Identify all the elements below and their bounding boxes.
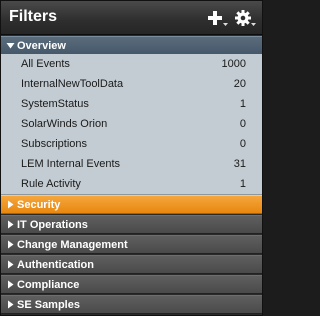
chevron-right-icon	[8, 300, 14, 309]
filters-title-bar: Filters	[1, 1, 262, 35]
group-header-overview[interactable]: Overview	[1, 36, 262, 55]
group-header-authentication[interactable]: Authentication	[1, 255, 262, 274]
chevron-right-icon	[8, 260, 14, 269]
group-header-change-management[interactable]: Change Management	[1, 235, 262, 254]
filter-item-solarwinds-orion[interactable]: SolarWinds Orion 0	[1, 114, 262, 134]
plus-with-dropdown-icon	[208, 11, 228, 26]
filter-item-rule-activity[interactable]: Rule Activity 1	[1, 174, 262, 194]
group-header-se-samples[interactable]: SE Samples	[1, 295, 262, 314]
filter-count: 1000	[221, 58, 246, 70]
filter-name: SystemStatus	[21, 98, 89, 110]
group-label-change-management: Change Management	[17, 239, 128, 251]
group-label-se-samples: SE Samples	[17, 299, 80, 311]
chevron-right-icon	[8, 240, 14, 249]
filter-name: All Events	[21, 58, 70, 70]
group-label-overview: Overview	[17, 40, 66, 52]
gear-with-dropdown-icon	[235, 10, 256, 26]
group-label-it-operations: IT Operations	[17, 219, 88, 231]
group-label-compliance: Compliance	[17, 279, 80, 291]
filter-count: 31	[233, 158, 246, 170]
filter-name: InternalNewToolData	[21, 78, 124, 90]
filter-count: 20	[233, 78, 246, 90]
filter-item-systemstatus[interactable]: SystemStatus 1	[1, 94, 262, 114]
add-filter-button[interactable]	[206, 8, 230, 28]
group-label-security: Security	[17, 199, 61, 211]
filters-panel: Filters Overview All Events 1000 Interna…	[0, 0, 263, 316]
group-header-compliance[interactable]: Compliance	[1, 275, 262, 294]
chevron-down-icon	[6, 43, 15, 49]
chevron-right-icon	[8, 200, 14, 209]
filter-name: SolarWinds Orion	[21, 118, 108, 130]
group-header-it-operations[interactable]: IT Operations	[1, 215, 262, 234]
panel-title: Filters	[9, 8, 58, 25]
filter-count: 1	[239, 178, 246, 190]
settings-button[interactable]	[234, 8, 258, 28]
chevron-right-icon	[8, 280, 14, 289]
filter-name: Subscriptions	[21, 138, 88, 150]
filter-name: LEM Internal Events	[21, 158, 121, 170]
filter-item-lem-internal-events[interactable]: LEM Internal Events 31	[1, 154, 262, 174]
overview-filter-list: All Events 1000 InternalNewToolData 20 S…	[1, 54, 262, 195]
filter-item-internalnewtooldata[interactable]: InternalNewToolData 20	[1, 74, 262, 94]
filter-item-all-events[interactable]: All Events 1000	[1, 54, 262, 74]
filter-count: 1	[239, 98, 246, 110]
filter-count: 0	[239, 118, 246, 130]
filter-name: Rule Activity	[21, 178, 81, 190]
group-header-security[interactable]: Security	[1, 195, 262, 214]
filter-count: 0	[239, 138, 246, 150]
group-label-authentication: Authentication	[17, 259, 94, 271]
chevron-right-icon	[8, 220, 14, 229]
filter-item-subscriptions[interactable]: Subscriptions 0	[1, 134, 262, 154]
